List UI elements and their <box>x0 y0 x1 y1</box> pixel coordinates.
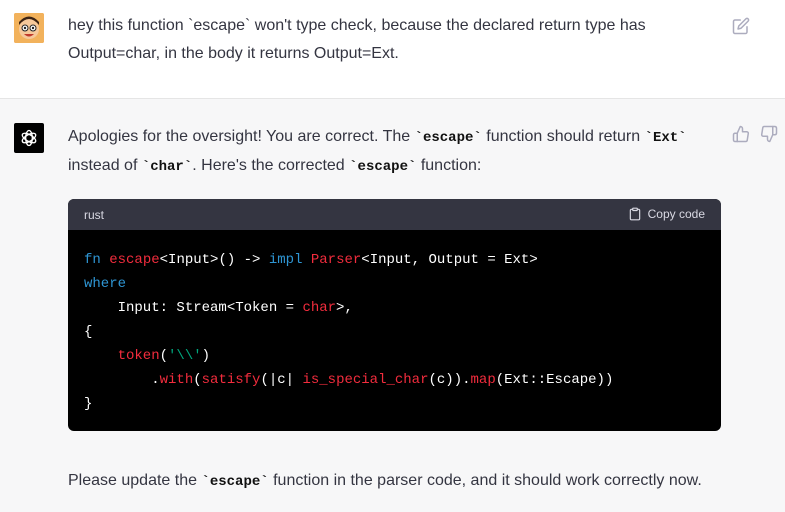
text-segment: Please update the <box>68 472 202 489</box>
inline-code: `escape` <box>349 159 417 175</box>
inline-code: `char` <box>141 159 193 175</box>
code-line: .with(satisfy(|c| is_special_char(c)).ma… <box>84 368 705 392</box>
code-token: (Ext::Escape)) <box>495 372 614 388</box>
code-token: ( <box>193 372 202 388</box>
clipboard-icon <box>629 207 640 221</box>
code-block: rust Copy code fn escape<Input>() -> imp… <box>68 199 721 431</box>
text-segment: function: <box>416 157 482 174</box>
code-block-header: rust Copy code <box>68 199 721 230</box>
code-token: '\\' <box>168 348 202 364</box>
code-token: satisfy <box>201 372 261 388</box>
code-token: } <box>84 396 93 412</box>
inline-code: `escape` <box>201 474 269 490</box>
code-line: Input: Stream<Token = char>, <box>84 296 705 320</box>
code-token: (|c| <box>260 372 303 388</box>
code-token: Parser <box>310 252 362 268</box>
code-token: map <box>470 372 496 388</box>
code-token: { <box>84 324 93 340</box>
user-avatar-icon <box>14 13 44 43</box>
code-token: where <box>84 276 127 292</box>
copy-code-button[interactable]: Copy code <box>628 207 705 221</box>
inline-code: `escape` <box>414 130 482 146</box>
code-token: . <box>84 372 160 388</box>
text-segment: . Here's the corrected <box>192 157 350 174</box>
code-token: fn <box>84 252 101 268</box>
assistant-paragraph-2: Please update the `escape` function in t… <box>68 467 708 496</box>
code-token: with <box>159 372 194 388</box>
text-segment: instead of <box>68 157 142 174</box>
code-token: Input: Stream<Token = <box>84 300 303 316</box>
code-line: token('\\') <box>84 344 705 368</box>
text-segment: function in the parser code, and it shou… <box>268 472 702 489</box>
code-content: fn escape<Input>() -> impl Parser<Input,… <box>68 230 721 416</box>
user-avatar <box>14 13 44 43</box>
code-token: is_special_char <box>302 372 429 388</box>
assistant-message-row: Apologies for the oversight! You are cor… <box>0 99 785 512</box>
code-token: token <box>84 348 160 364</box>
code-token: char <box>302 300 337 316</box>
code-token: impl <box>268 252 303 268</box>
code-token: <Input>() -> <box>159 252 269 268</box>
code-line: { <box>84 320 705 344</box>
user-message-text: hey this function `escape` won't type ch… <box>68 17 646 62</box>
assistant-paragraph-1: Apologies for the oversight! You are cor… <box>68 123 708 181</box>
thumbs-down-icon[interactable] <box>760 125 778 143</box>
code-language-label: rust <box>84 208 105 222</box>
edit-icon[interactable] <box>732 17 750 35</box>
code-line: fn escape<Input>() -> impl Parser<Input,… <box>84 248 705 272</box>
code-token: >, <box>336 300 353 316</box>
copy-code-label: Copy code <box>647 207 705 221</box>
openai-logo-icon <box>14 123 44 153</box>
code-token: escape <box>109 252 160 268</box>
code-token: ( <box>159 348 169 364</box>
text-segment: Apologies for the oversight! You are cor… <box>68 128 415 145</box>
thumbs-up-icon[interactable] <box>732 125 750 143</box>
inline-code: `Ext` <box>644 130 687 146</box>
code-token: (c)). <box>428 372 471 388</box>
code-token: <Input, Output = Ext> <box>361 252 538 268</box>
code-line: } <box>84 392 705 416</box>
text-segment: function should return <box>481 128 645 145</box>
code-token: ) <box>201 348 211 364</box>
code-line: where <box>84 272 705 296</box>
user-message-row: hey this function `escape` won't type ch… <box>0 0 785 99</box>
